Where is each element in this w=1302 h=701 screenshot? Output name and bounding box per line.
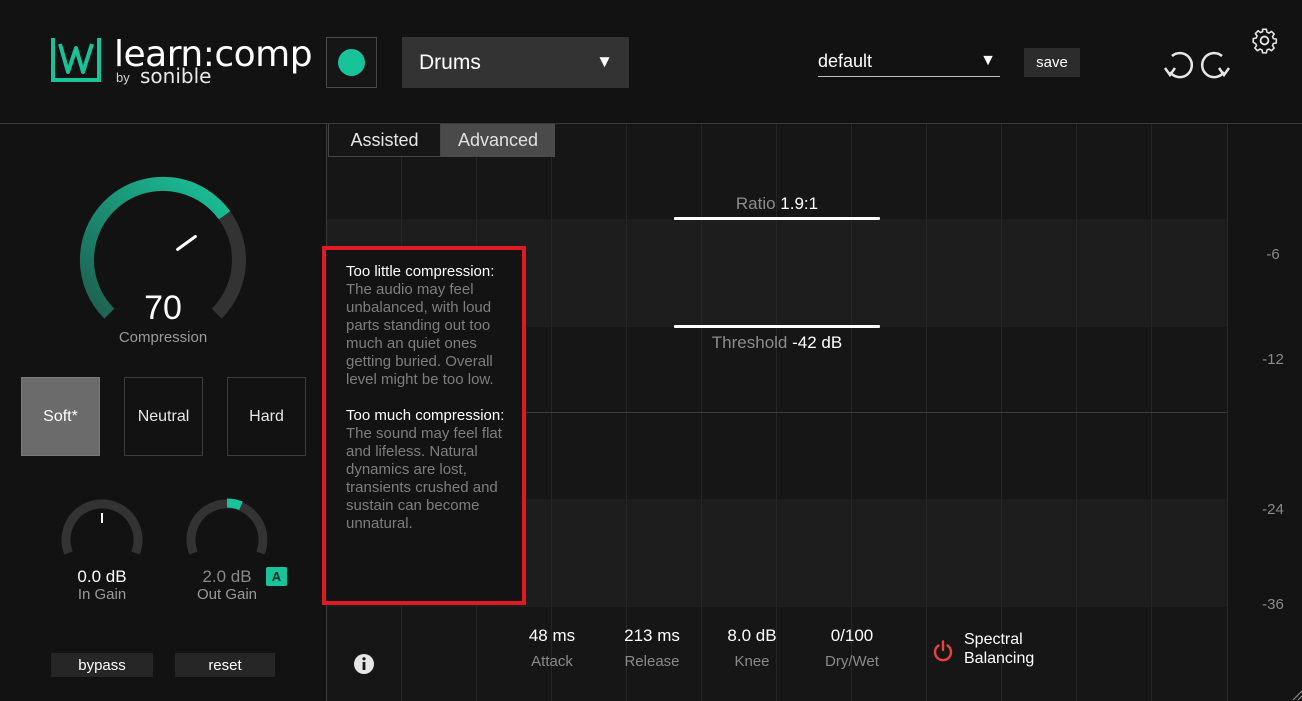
- bypass-button[interactable]: bypass: [51, 653, 153, 677]
- resize-grip-icon[interactable]: [1291, 689, 1302, 701]
- ratio-label: Ratio: [735, 194, 776, 213]
- mode-soft-button[interactable]: Soft*: [21, 377, 100, 456]
- attack-param[interactable]: 48 ms Attack: [502, 626, 602, 670]
- instrument-select[interactable]: Drums ▼: [402, 37, 629, 88]
- ratio-value: 1.9:1: [780, 194, 819, 213]
- tooltip-heading-too-much: Too much compression:: [346, 407, 505, 424]
- threshold-handle[interactable]: [674, 325, 880, 328]
- auto-gain-badge[interactable]: A: [266, 567, 287, 586]
- db-scale-label: -36: [1262, 596, 1284, 613]
- ratio-readout: Ratio 1.9:1: [657, 194, 897, 214]
- logo-mark-icon: [51, 38, 101, 82]
- in-gain-label: In Gain: [77, 586, 127, 603]
- attack-value: 48 ms: [528, 626, 576, 645]
- undo-icon[interactable]: [1162, 48, 1196, 80]
- dry-wet-label: Dry/Wet: [825, 653, 879, 670]
- redo-icon[interactable]: [1198, 48, 1232, 80]
- release-label: Release: [624, 653, 680, 670]
- spectral-label-line1: Spectral: [964, 631, 1023, 648]
- dropdown-arrow-icon: ▼: [596, 52, 613, 71]
- header-bar: learn:comp by sonible Drums ▼ default ▼ …: [0, 0, 1302, 124]
- mode-neutral-button[interactable]: Neutral: [124, 377, 203, 456]
- power-icon[interactable]: [931, 639, 955, 663]
- tab-assisted[interactable]: Assisted: [328, 124, 441, 157]
- in-gain-knob[interactable]: [60, 497, 144, 559]
- learn-record-button[interactable]: [326, 37, 377, 88]
- compression-value: 70: [144, 289, 182, 327]
- tab-advanced[interactable]: Advanced: [441, 124, 555, 157]
- reset-button[interactable]: reset: [175, 653, 275, 677]
- release-param[interactable]: 213 ms Release: [602, 626, 702, 670]
- in-gain-value: 0.0 dB: [77, 567, 127, 586]
- tooltip-body-too-little: The audio may feel unbalanced, with loud…: [346, 281, 494, 388]
- preset-select-value: default: [818, 51, 873, 71]
- knee-value: 8.0 dB: [727, 626, 777, 645]
- save-button[interactable]: save: [1024, 48, 1080, 77]
- db-scale: [1227, 124, 1302, 701]
- spectral-balancing-label[interactable]: Spectral Balancing: [964, 630, 1074, 668]
- preset-select[interactable]: default ▼: [818, 48, 1000, 77]
- knee-label: Knee: [734, 653, 770, 670]
- mode-hard-button[interactable]: Hard: [227, 377, 306, 456]
- dry-wet-param[interactable]: 0/100 Dry/Wet: [802, 626, 902, 670]
- record-dot-icon: [338, 49, 365, 76]
- threshold-label: Threshold: [711, 333, 788, 352]
- spectral-label-line2: Balancing: [964, 650, 1035, 667]
- tooltip-body-too-much: The sound may feel flat and lifeless. Na…: [346, 425, 502, 532]
- attack-label: Attack: [531, 653, 573, 670]
- instrument-select-value: Drums: [419, 50, 481, 74]
- ratio-handle[interactable]: [674, 217, 880, 220]
- knee-param[interactable]: 8.0 dB Knee: [702, 626, 802, 670]
- info-icon[interactable]: [353, 653, 375, 675]
- gear-icon[interactable]: [1251, 27, 1278, 54]
- tooltip-heading-too-little: Too little compression:: [346, 263, 495, 280]
- db-scale-label: -24: [1262, 501, 1284, 518]
- brand-by: by: [116, 70, 130, 85]
- out-gain-knob[interactable]: [185, 497, 269, 559]
- dry-wet-value: 0/100: [830, 626, 874, 645]
- dropdown-arrow-icon: ▼: [980, 52, 996, 69]
- db-scale-label: -12: [1262, 351, 1284, 368]
- threshold-value: -42 dB: [792, 333, 843, 352]
- compression-help-tooltip: Too little compression: The audio may fe…: [322, 246, 526, 605]
- app-logo: learn:comp by sonible: [50, 34, 313, 92]
- left-panel: 70 Compression Soft* Neutral Hard 0.0 dB…: [0, 125, 326, 701]
- release-value: 213 ms: [624, 626, 680, 645]
- out-gain-label: Out Gain: [196, 586, 258, 603]
- compression-label: Compression: [118, 329, 208, 346]
- threshold-readout: Threshold -42 dB: [657, 333, 897, 353]
- db-scale-label: -6: [1266, 246, 1280, 263]
- brand-company: sonible: [140, 64, 212, 88]
